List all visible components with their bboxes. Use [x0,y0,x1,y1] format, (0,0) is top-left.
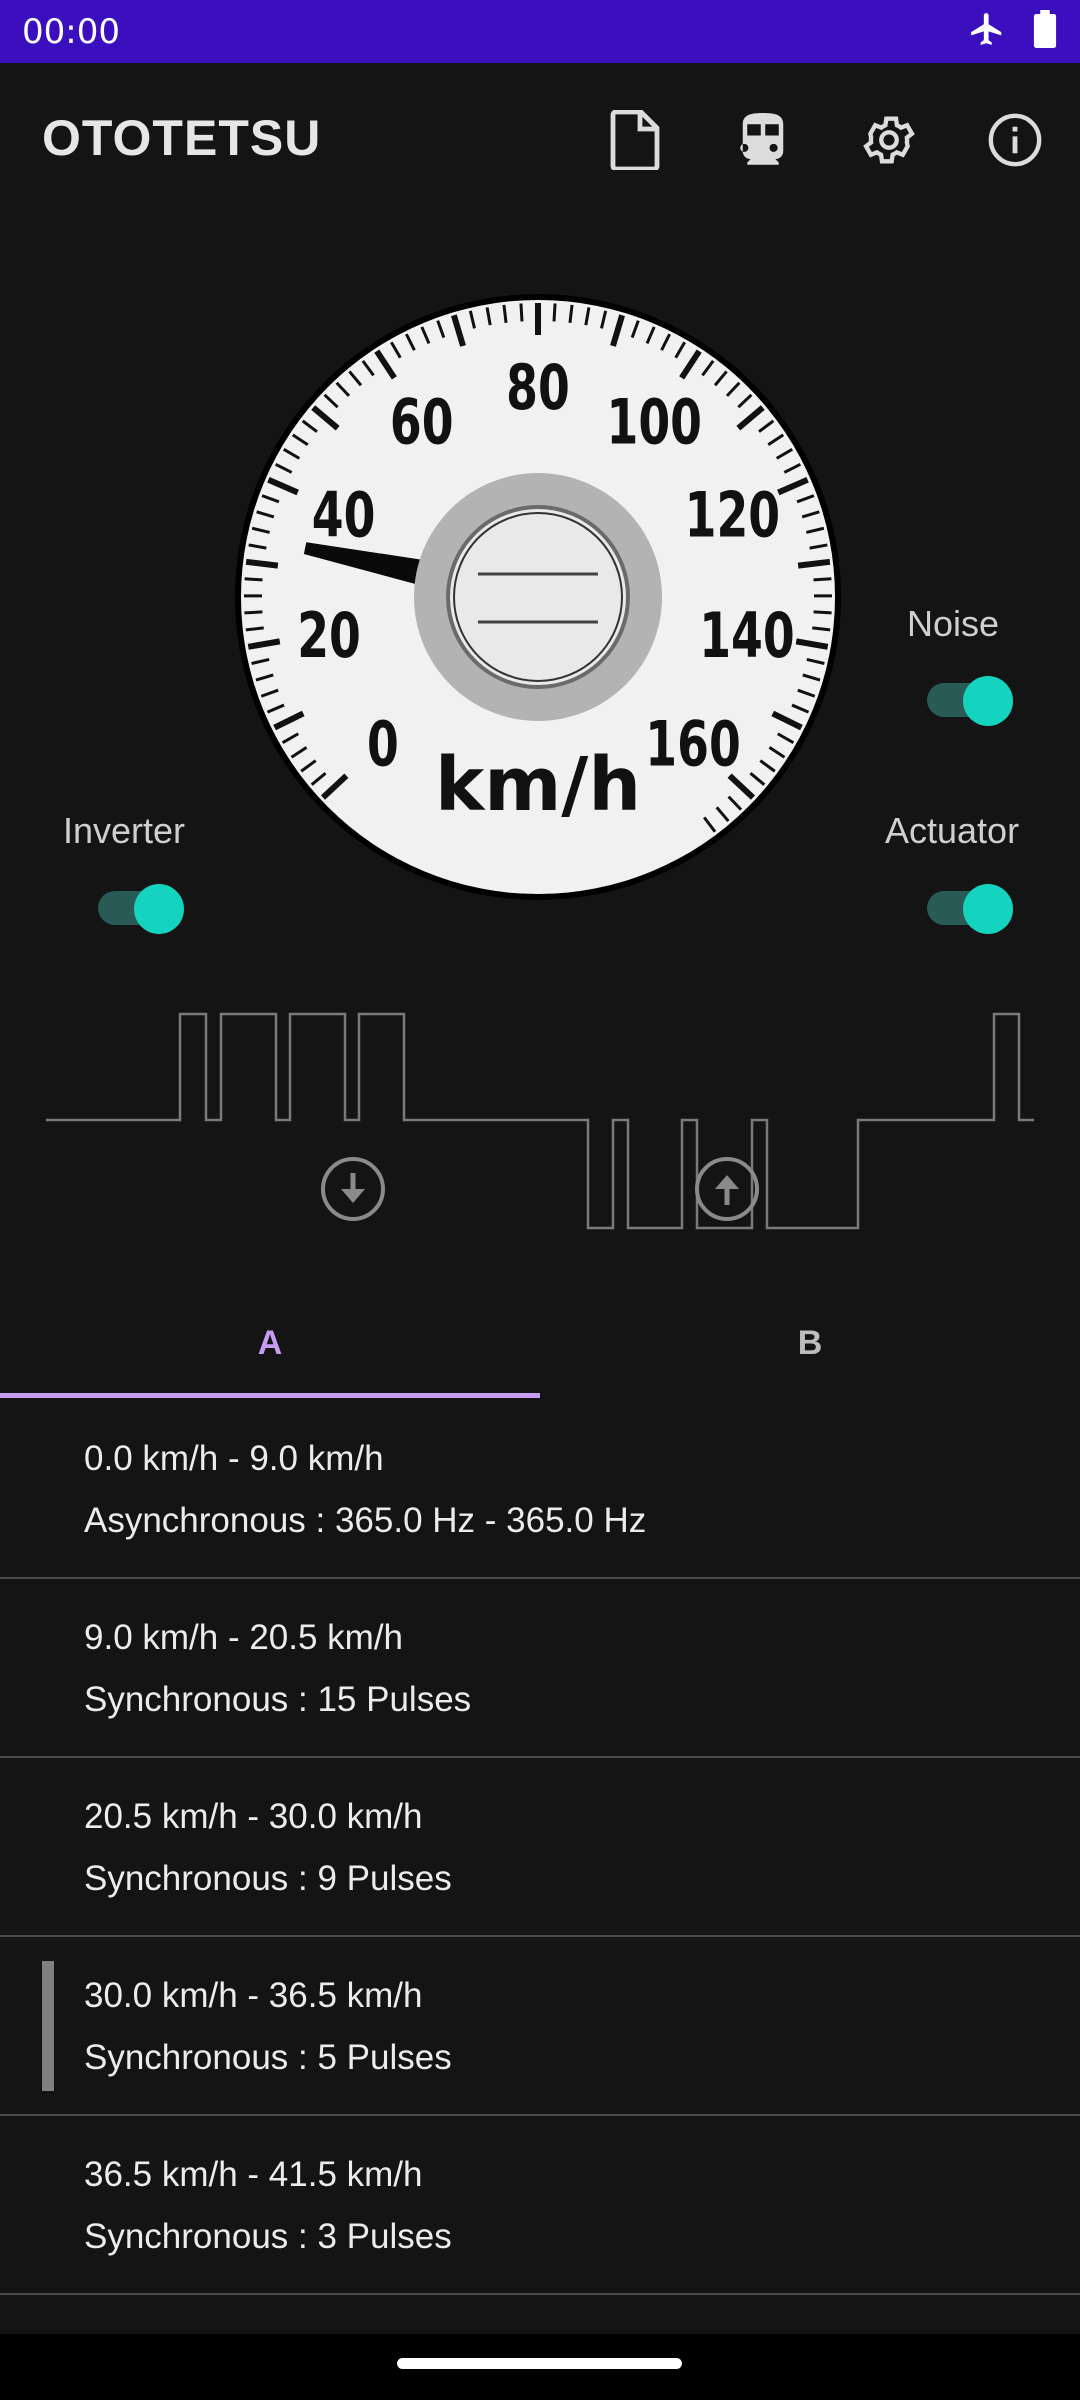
list-item-range: 9.0 km/h - 20.5 km/h [84,1618,404,1657]
waveform-line [46,1012,1034,1230]
inverter-label: Inverter [63,810,186,851]
list-item-active[interactable]: 30.0 km/h - 36.5 km/h Synchronous : 5 Pu… [0,1937,1080,2116]
list-item-mode: Synchronous : 5 Pulses [84,2038,452,2077]
gauge-tick-label: 100 [607,387,702,459]
file-icon [609,109,661,175]
list-item[interactable]: 0.0 km/h - 9.0 km/h Asynchronous : 365.0… [0,1400,1080,1579]
navigation-bar [0,2334,1080,2400]
gauge-tick [813,577,832,582]
gauge-unit-label: km/h [435,742,641,828]
gauge-tick-label: 80 [506,352,570,424]
settings-button[interactable] [854,107,924,177]
list-item-range: 0.0 km/h - 9.0 km/h [84,1439,384,1478]
gauge-tick-label: 0 [367,709,399,781]
list-item-mode: Synchronous : 3 Pulses [84,2217,452,2256]
gauge-tick [797,558,831,569]
list-item[interactable]: 36.5 km/h - 41.5 km/h Synchronous : 3 Pu… [0,2116,1080,2295]
settings-icon [860,111,918,174]
scroll-up-button[interactable] [694,1156,760,1222]
battery-icon [1032,10,1058,53]
status-time: 00:00 [22,11,120,52]
file-button[interactable] [600,107,670,177]
train-icon [736,110,790,175]
gauge-tick-label: 160 [645,709,740,781]
gauge-tick [245,558,279,569]
gauge-tick [244,610,263,615]
gauge-tick-label: 40 [312,480,376,552]
gauge-tick [812,626,831,632]
list-item-mode: Synchronous : 9 Pulses [84,1859,452,1898]
gauge-tick-label: 120 [685,480,780,552]
info-icon [986,111,1044,174]
inverter-toggle[interactable] [96,881,186,934]
noise-toggle[interactable] [925,673,1015,726]
tab-bar: A B [0,1290,1080,1400]
tab-b[interactable]: B [540,1290,1080,1396]
scroll-down-button[interactable] [320,1156,386,1222]
inverter-toggle-thumb [134,884,184,934]
list-item-mode: Synchronous : 15 Pulses [84,1680,472,1719]
arrow-down-circle-icon [320,1157,386,1226]
app-title: OTOTETSU [42,110,322,166]
noise-toggle-thumb [963,676,1013,726]
gauge-tick [244,577,263,582]
status-bar: 00:00 [0,0,1080,63]
info-button[interactable] [980,107,1050,177]
list-item[interactable]: 20.5 km/h - 30.0 km/h Synchronous : 9 Pu… [0,1758,1080,1937]
tab-a[interactable]: A [0,1290,540,1396]
gauge-tick-label: 60 [390,387,454,459]
gauge-tick-label: 20 [297,600,361,672]
airplane-mode-icon [968,10,1006,53]
gauge-tick [552,303,557,322]
app-bar: OTOTETSU [0,63,1080,213]
gauge-tick [245,626,264,632]
gauge-tick [568,304,574,324]
gauge-tick-label: 140 [699,600,794,672]
arrow-up-circle-icon [694,1157,760,1226]
gauge-tick [813,610,832,615]
actuator-toggle-thumb [963,884,1013,934]
pwm-waveform [0,1000,1080,1240]
gauge-tick [519,303,524,322]
noise-label: Noise [907,603,1000,644]
list-item-range: 36.5 km/h - 41.5 km/h [84,2155,423,2194]
gauge-tick [502,304,508,324]
list-item-mode: Asynchronous : 365.0 Hz - 365.0 Hz [84,1501,647,1540]
train-button[interactable] [728,107,798,177]
mode-list: 0.0 km/h - 9.0 km/h Asynchronous : 365.0… [0,1400,1080,2295]
list-item-range: 20.5 km/h - 30.0 km/h [84,1797,423,1836]
list-item-range: 30.0 km/h - 36.5 km/h [84,1976,423,2015]
home-gesture-handle[interactable] [397,2358,682,2369]
list-item[interactable]: 9.0 km/h - 20.5 km/h Synchronous : 15 Pu… [0,1579,1080,1758]
status-icons [968,10,1058,53]
tab-indicator [0,1393,540,1398]
active-item-marker [42,1961,54,2091]
gauge-hub [446,505,630,689]
speedometer: 0 20 40 60 80 100 120 140 160 km/h [233,290,843,905]
actuator-label: Actuator [885,810,1020,851]
actuator-toggle[interactable] [925,881,1015,934]
